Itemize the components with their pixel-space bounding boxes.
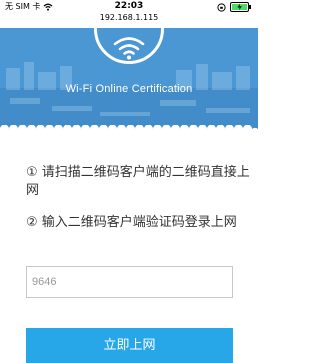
- hero-banner: Wi-Fi Online Certification: [0, 28, 258, 132]
- rotation-lock-icon: [217, 2, 226, 12]
- instruction-step-2: ② 输入二维码客户端验证码登录上网: [26, 215, 237, 230]
- status-bar: 无 SIM 卡 22:03 192.168.1.115: [0, 0, 258, 28]
- hero-title: Wi-Fi Online Certification: [65, 83, 193, 95]
- battery-charging-icon: [230, 2, 252, 12]
- portal-page: 无 SIM 卡 22:03 192.168.1.115 Wi-Fi Online…: [0, 0, 258, 363]
- wifi-icon: [113, 37, 145, 60]
- verification-code-input[interactable]: [26, 266, 233, 298]
- scalloped-edge: [0, 125, 258, 132]
- status-right: [217, 2, 252, 12]
- page-url: 192.168.1.115: [99, 13, 159, 22]
- instructions: ① 请扫描二维码客户端的二维码直接上网 ② 输入二维码客户端验证码登录上网: [26, 164, 252, 246]
- connect-now-button[interactable]: 立即上网: [26, 328, 233, 363]
- instruction-step-1: ① 请扫描二维码客户端的二维码直接上网: [26, 165, 250, 198]
